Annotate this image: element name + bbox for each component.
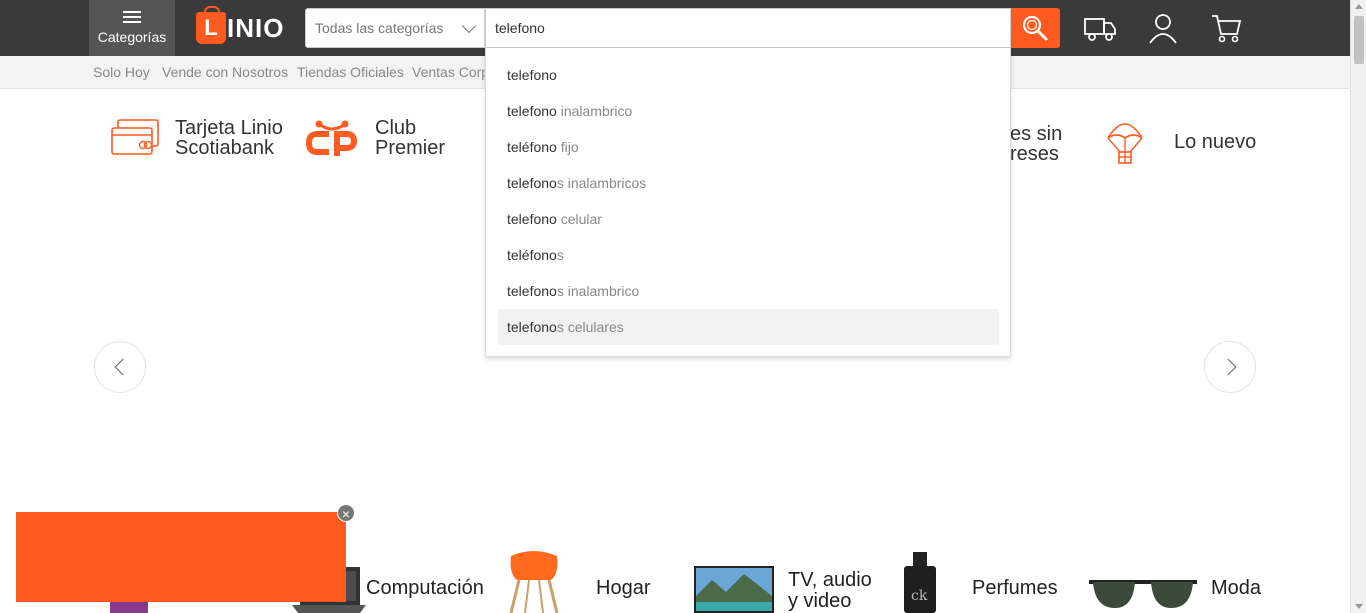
promo-club-premier[interactable]: Club Premier: [305, 118, 445, 158]
promo-tarjeta-line1: Tarjeta Linio: [175, 117, 283, 139]
category-select[interactable]: Todas las categorías: [305, 8, 485, 48]
suggestion-item[interactable]: teléfonos: [498, 237, 999, 273]
promo-tarjeta-line2: Scotiabank: [175, 137, 274, 159]
search-icon: [1022, 15, 1048, 41]
category-perfumes[interactable]: Perfumes: [972, 578, 1058, 599]
search-input[interactable]: [485, 8, 1011, 48]
suggestion-match-text: telefono: [507, 319, 557, 335]
linio-logo[interactable]: L INIO: [196, 6, 290, 46]
suggestion-match-text: telefono: [507, 103, 557, 119]
suggestion-rest-text: s: [556, 247, 564, 263]
promo-club-line2: Premier: [375, 137, 446, 159]
search-suggestions-dropdown: telefono telefono inalambrico teléfono fij…: [485, 48, 1011, 357]
suggestion-match-text: teléfono: [507, 247, 557, 263]
tv-image[interactable]: [694, 566, 774, 613]
subnav-ventas-corp[interactable]: Ventas Corp: [412, 64, 489, 80]
subnav-tiendas[interactable]: Tiendas Oficiales: [297, 64, 404, 80]
delivery-truck-icon[interactable]: [1082, 10, 1118, 46]
scrollbar-thumb[interactable]: [1354, 16, 1364, 64]
suggestion-rest-text: s inalambricos: [556, 175, 647, 191]
chevron-right-icon: [1219, 358, 1237, 376]
hamburger-icon: [123, 11, 141, 23]
promo-lo-nuevo[interactable]: Lo nuevo: [1106, 118, 1256, 166]
category-tv-line1[interactable]: TV, audio: [788, 570, 872, 591]
category-hogar[interactable]: Hogar: [596, 578, 650, 599]
suggestion-rest-text: celular: [556, 211, 602, 227]
category-tv-line2[interactable]: y video: [788, 591, 851, 612]
logo-bag-icon: L: [196, 6, 226, 44]
parachute-gift-icon: [1107, 123, 1143, 164]
promo-meses-line1: es sin: [1010, 123, 1063, 145]
carousel-next-button[interactable]: [1204, 341, 1256, 393]
suggestion-item[interactable]: telefono: [498, 57, 999, 93]
suggestion-item[interactable]: telefonos inalambrico: [498, 273, 999, 309]
suggestion-item[interactable]: teléfono fijo: [498, 129, 999, 165]
svg-text:ck: ck: [911, 588, 928, 604]
promo-meses-line2: reses: [1010, 143, 1059, 165]
sunglasses-image[interactable]: [1089, 576, 1197, 613]
suggestion-match-text: telefono: [507, 283, 557, 299]
subnav-vende[interactable]: Vende con Nosotros: [162, 64, 288, 80]
shopping-cart-icon[interactable]: [1208, 10, 1244, 46]
promo-tarjeta[interactable]: Tarjeta Linio Scotiabank: [110, 118, 283, 158]
logo-text: INIO: [227, 12, 285, 43]
suggestion-rest-text: s celulares: [556, 319, 624, 335]
suggestion-rest-text: inalambrico: [556, 103, 633, 119]
suggestion-match-text: teléfono: [507, 139, 557, 155]
perfume-image[interactable]: ck: [902, 552, 938, 613]
vertical-scrollbar[interactable]: [1350, 0, 1366, 613]
close-icon[interactable]: ×: [337, 504, 355, 522]
category-computacion[interactable]: Computación: [366, 578, 484, 599]
suggestion-match-text: telefono: [507, 211, 557, 227]
suggestion-match-text: telefono: [507, 67, 557, 83]
user-account-icon[interactable]: [1145, 10, 1181, 46]
carousel-prev-button[interactable]: [94, 341, 146, 393]
chair-image[interactable]: [505, 550, 563, 613]
promo-banner[interactable]: [16, 512, 346, 602]
category-moda[interactable]: Moda: [1211, 578, 1261, 599]
suggestion-item[interactable]: telefonos celulares: [498, 309, 999, 345]
promo-meses-sin-intereses[interactable]: es sin reses: [1010, 124, 1062, 164]
promo-club-line1: Club: [375, 117, 417, 139]
suggestion-match-text: telefono: [507, 175, 557, 191]
suggestion-item[interactable]: telefono celular: [498, 201, 999, 237]
chevron-down-icon: [461, 18, 477, 34]
suggestion-rest-text: fijo: [556, 139, 579, 155]
promo-lo-nuevo-label: Lo nuevo: [1174, 131, 1257, 153]
club-premier-logo-icon: [305, 120, 358, 156]
credit-card-icon: [111, 119, 159, 155]
chevron-left-icon: [114, 358, 132, 376]
scroll-up-arrow[interactable]: [1355, 4, 1363, 9]
suggestion-item[interactable]: telefono inalambrico: [498, 93, 999, 129]
scroll-down-arrow[interactable]: [1355, 604, 1363, 609]
subnav-solo-hoy[interactable]: Solo Hoy: [93, 64, 150, 80]
categories-label: Categorías: [97, 29, 167, 45]
category-select-value: Todas las categorías: [315, 20, 444, 36]
categories-menu-button[interactable]: Categorías: [89, 0, 175, 56]
search-button[interactable]: [1011, 8, 1060, 48]
suggestion-rest-text: s inalambrico: [556, 283, 640, 299]
suggestion-item[interactable]: telefonos inalambricos: [498, 165, 999, 201]
